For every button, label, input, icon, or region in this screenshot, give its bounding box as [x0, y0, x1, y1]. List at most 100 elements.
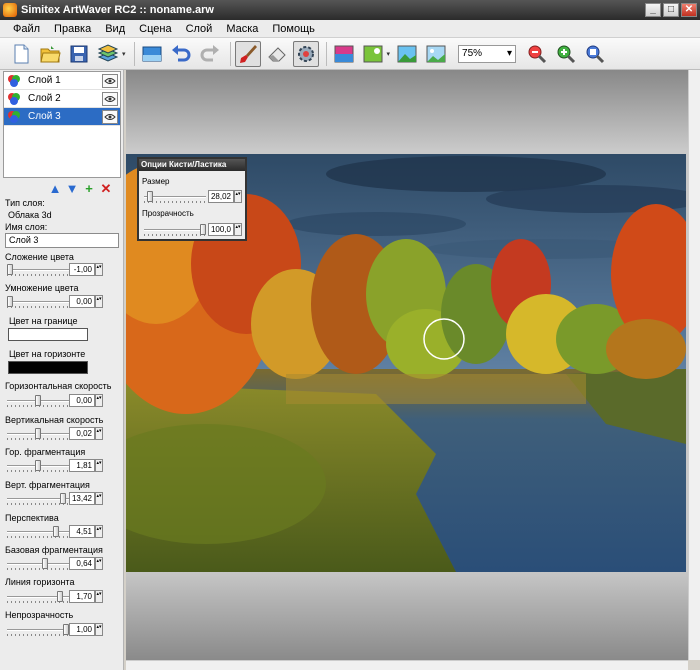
- window-title: Simitex ArtWaver RC2 :: noname.arw: [21, 4, 214, 16]
- new-button[interactable]: [8, 41, 34, 67]
- horizon-line-value[interactable]: 1,70: [69, 590, 95, 603]
- h-frag-value[interactable]: 1,81: [69, 459, 95, 472]
- move-up-icon[interactable]: ▲: [48, 181, 62, 195]
- zoom-in-button[interactable]: [553, 41, 579, 67]
- add-layer-icon[interactable]: +: [82, 181, 96, 195]
- layer-name-field[interactable]: Слой 3: [5, 233, 119, 248]
- brush-size-slider[interactable]: 28,02 ▴▾: [142, 190, 246, 204]
- menu-layer[interactable]: Слой: [179, 23, 220, 35]
- eye-icon[interactable]: [102, 91, 118, 106]
- menu-help[interactable]: Помощь: [265, 23, 322, 35]
- slider-thumb[interactable]: [60, 493, 67, 504]
- layers-button[interactable]: [95, 41, 121, 67]
- horizon-line-slider[interactable]: 1,70 ▴▾: [5, 590, 119, 604]
- minimize-button[interactable]: _: [645, 3, 661, 17]
- close-button[interactable]: ✕: [681, 3, 697, 17]
- spin-icon[interactable]: ▴▾: [234, 190, 242, 203]
- spin-icon[interactable]: ▴▾: [95, 525, 103, 538]
- brush-icon: [239, 44, 257, 63]
- v-frag-value[interactable]: 13,42: [69, 492, 95, 505]
- slider-thumb[interactable]: [57, 591, 64, 602]
- base-frag-value[interactable]: 0,64: [69, 557, 95, 570]
- maximize-button[interactable]: □: [663, 3, 679, 17]
- eye-icon[interactable]: [102, 73, 118, 88]
- layer-item-selected[interactable]: Слой 3: [4, 108, 120, 126]
- spin-icon[interactable]: ▴▾: [95, 427, 103, 440]
- picture-a-button[interactable]: [394, 41, 420, 67]
- spin-icon[interactable]: ▴▾: [95, 295, 103, 308]
- slider-thumb[interactable]: [35, 395, 41, 406]
- gradient-button[interactable]: [360, 41, 386, 67]
- vertical-scrollbar[interactable]: [688, 70, 700, 660]
- gradient-dropdown-icon[interactable]: ▾: [387, 50, 391, 58]
- settings-button[interactable]: [292, 40, 319, 67]
- spin-icon[interactable]: ▴▾: [95, 492, 103, 505]
- perspective-value[interactable]: 4,51: [69, 525, 95, 538]
- layer-color-icon: [8, 74, 20, 87]
- v-speed-value[interactable]: 0,02: [69, 427, 95, 440]
- eye-icon[interactable]: [102, 109, 118, 124]
- h-frag-slider[interactable]: 1,81 ▴▾: [5, 459, 119, 473]
- opacity-slider[interactable]: 1,00 ▴▾: [5, 623, 119, 637]
- spin-icon[interactable]: ▴▾: [95, 557, 103, 570]
- spin-icon[interactable]: ▴▾: [95, 459, 103, 472]
- brush-opacity-slider[interactable]: 100,0 ▴▾: [142, 223, 246, 237]
- fill-button[interactable]: [331, 41, 357, 67]
- spin-icon[interactable]: ▴▾: [95, 590, 103, 603]
- v-frag-slider[interactable]: 13,42 ▴▾: [5, 492, 119, 506]
- move-down-icon[interactable]: ▼: [65, 181, 79, 195]
- layers-dropdown-icon[interactable]: ▾: [122, 50, 126, 58]
- brush-button[interactable]: [234, 40, 261, 67]
- spin-icon[interactable]: ▴▾: [95, 394, 103, 407]
- layer-item[interactable]: Слой 1: [4, 72, 120, 90]
- v-speed-slider[interactable]: 0,02 ▴▾: [5, 427, 119, 441]
- color-add-slider[interactable]: -1,00 ▴▾: [5, 263, 119, 277]
- slider-thumb[interactable]: [35, 428, 41, 439]
- slider-thumb[interactable]: [41, 558, 48, 569]
- color-mult-label: Умножение цвета: [5, 283, 79, 293]
- save-button[interactable]: [66, 41, 92, 67]
- h-speed-value[interactable]: 0,00: [69, 394, 95, 407]
- menu-mask[interactable]: Маска: [219, 23, 265, 35]
- edge-color-swatch[interactable]: [8, 328, 88, 341]
- picture-b-button[interactable]: [423, 41, 449, 67]
- brush-opacity-value[interactable]: 100,0: [208, 223, 234, 236]
- eraser-button[interactable]: [264, 41, 290, 67]
- image-button[interactable]: [139, 41, 165, 67]
- delete-layer-icon[interactable]: ✕: [99, 181, 113, 195]
- color-mult-value[interactable]: 0,00: [69, 295, 95, 308]
- zoom-select[interactable]: 75% ▾: [458, 44, 517, 63]
- menu-scene[interactable]: Сцена: [132, 23, 178, 35]
- slider-thumb[interactable]: [35, 460, 41, 471]
- redo-button[interactable]: [197, 41, 223, 67]
- h-speed-slider[interactable]: 0,00 ▴▾: [5, 394, 119, 408]
- opacity-value[interactable]: 1,00: [69, 623, 95, 636]
- zoom-out-button[interactable]: [524, 41, 550, 67]
- slider-thumb[interactable]: [146, 191, 153, 202]
- zoom-fit-icon: [586, 45, 605, 63]
- slider-thumb[interactable]: [7, 296, 13, 307]
- color-mult-slider[interactable]: 0,00 ▴▾: [5, 295, 119, 309]
- menu-edit[interactable]: Правка: [47, 23, 98, 35]
- spin-icon[interactable]: ▴▾: [234, 223, 242, 236]
- horizontal-scrollbar[interactable]: [126, 660, 688, 670]
- zoom-fit-button[interactable]: [582, 41, 608, 67]
- spin-icon[interactable]: ▴▾: [95, 623, 103, 636]
- slider-thumb[interactable]: [52, 526, 59, 537]
- slider-thumb[interactable]: [7, 264, 13, 275]
- perspective-slider[interactable]: 4,51 ▴▾: [5, 525, 119, 539]
- slider-thumb[interactable]: [200, 224, 206, 235]
- layer-item[interactable]: Слой 2: [4, 90, 120, 108]
- open-button[interactable]: [37, 41, 63, 67]
- brush-panel-title[interactable]: Опции Кисти/Ластика: [139, 159, 245, 171]
- brush-size-value[interactable]: 28,02: [208, 190, 234, 203]
- undo-button[interactable]: [168, 41, 194, 67]
- color-add-value[interactable]: -1,00: [69, 263, 95, 276]
- horizon-color-swatch[interactable]: [8, 361, 88, 374]
- menu-file[interactable]: Файл: [6, 23, 47, 35]
- base-frag-slider[interactable]: 0,64 ▴▾: [5, 557, 119, 571]
- menu-view[interactable]: Вид: [98, 23, 132, 35]
- menu-bar: Файл Правка Вид Сцена Слой Маска Помощь: [0, 20, 700, 38]
- spin-icon[interactable]: ▴▾: [95, 263, 103, 276]
- toolbar-separator: [229, 41, 231, 66]
